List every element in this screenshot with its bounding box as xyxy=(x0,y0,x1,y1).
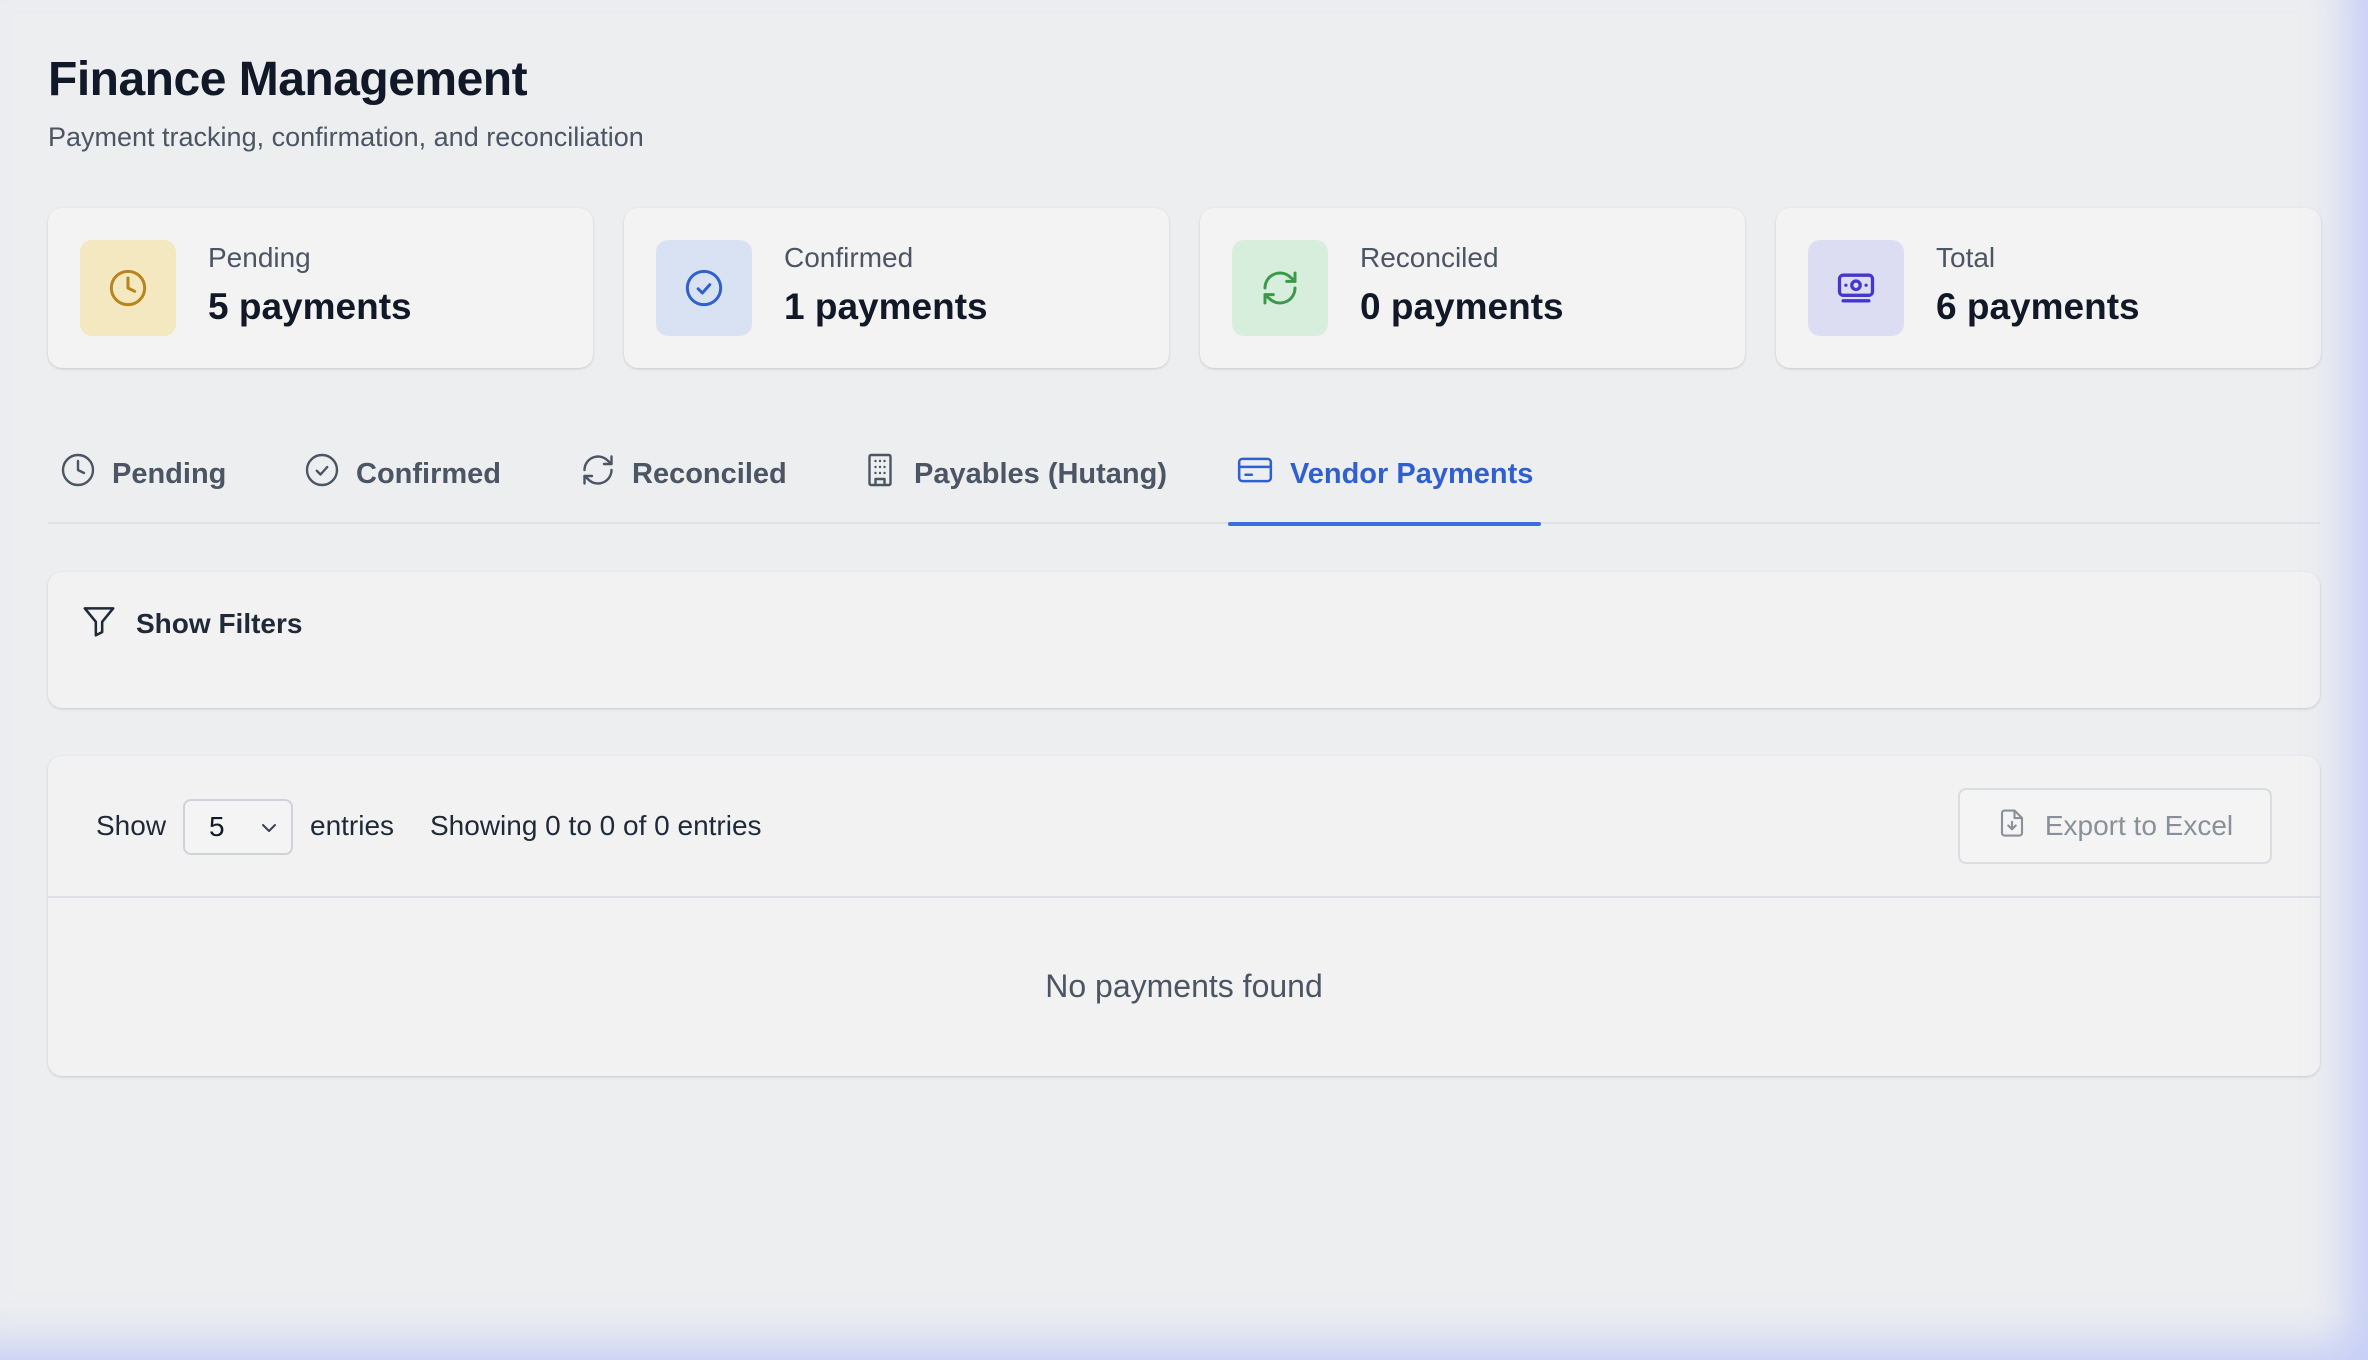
refresh-icon xyxy=(1232,240,1328,336)
credit-card-icon xyxy=(1236,451,1274,497)
stat-value: 5 payments xyxy=(208,286,412,327)
banknote-icon xyxy=(1808,240,1904,336)
clock-icon xyxy=(60,452,96,496)
tab-label: Confirmed xyxy=(356,457,501,490)
tab-payables[interactable]: Payables (Hutang) xyxy=(854,424,1175,524)
stat-card-reconciled: Reconciled 0 payments xyxy=(1200,208,1745,368)
export-label: Export to Excel xyxy=(2044,810,2234,841)
export-excel-button[interactable]: Export to Excel xyxy=(1958,788,2272,864)
filters-panel: Show Filters xyxy=(48,572,2320,708)
chevron-down-icon xyxy=(257,815,281,847)
tab-reconciled[interactable]: Reconciled xyxy=(572,424,795,524)
payments-table-panel: Show 5 entries Showing 0 to 0 of 0 entri… xyxy=(48,756,2320,1076)
empty-state-message: No payments found xyxy=(1045,968,1323,1004)
tab-label: Vendor Payments xyxy=(1290,457,1534,490)
page-size-value: 5 xyxy=(209,811,225,842)
page-subtitle: Payment tracking, confirmation, and reco… xyxy=(48,122,644,152)
stats-row: Pending 5 payments Confirmed 1 payments … xyxy=(48,208,2321,368)
tab-label: Payables (Hutang) xyxy=(914,457,1167,490)
stat-value: 0 payments xyxy=(1360,286,1564,327)
show-filters-button[interactable]: Show Filters xyxy=(80,602,302,646)
show-filters-label: Show Filters xyxy=(136,608,303,639)
refresh-icon xyxy=(580,452,616,496)
tab-pending[interactable]: Pending xyxy=(52,424,234,524)
table-toolbar: Show 5 entries Showing 0 to 0 of 0 entri… xyxy=(48,756,2320,898)
tab-bar: Pending Confirmed Reconciled Payables (H… xyxy=(48,424,2320,526)
stat-label: Total xyxy=(1936,242,1996,273)
clock-icon xyxy=(80,240,176,336)
page-title: Finance Management xyxy=(48,53,528,106)
stat-card-total: Total 6 payments xyxy=(1776,208,2321,368)
building-icon xyxy=(862,452,898,496)
tab-vendor-payments[interactable]: Vendor Payments xyxy=(1228,424,1542,526)
filter-icon xyxy=(80,602,118,647)
showing-entries-text: Showing 0 to 0 of 0 entries xyxy=(430,810,762,841)
stat-label: Reconciled xyxy=(1360,242,1499,273)
stat-card-pending: Pending 5 payments xyxy=(48,208,593,368)
page-size-select[interactable]: 5 xyxy=(183,799,293,855)
tab-confirmed[interactable]: Confirmed xyxy=(296,424,509,524)
entries-label: entries xyxy=(310,810,395,841)
stat-card-confirmed: Confirmed 1 payments xyxy=(624,208,1169,368)
show-label: Show xyxy=(96,810,167,841)
stat-value: 6 payments xyxy=(1936,286,2140,327)
stat-label: Pending xyxy=(208,242,311,273)
stat-value: 1 payments xyxy=(784,286,988,327)
check-circle-icon xyxy=(656,240,752,336)
tab-label: Pending xyxy=(112,457,227,490)
tab-label: Reconciled xyxy=(632,457,787,490)
file-download-icon xyxy=(1997,808,2027,845)
check-circle-icon xyxy=(304,452,340,496)
stat-label: Confirmed xyxy=(784,242,914,273)
